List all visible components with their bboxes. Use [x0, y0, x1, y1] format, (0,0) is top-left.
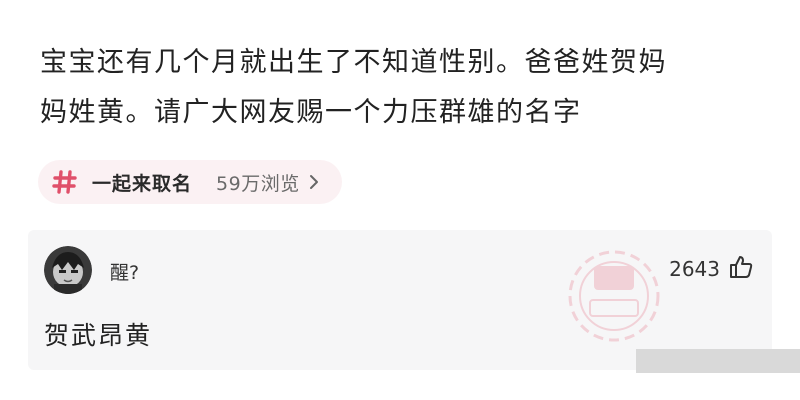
- watermark-stamp: [554, 236, 674, 356]
- corner-overlay: [636, 349, 800, 373]
- hash-icon: [50, 167, 80, 197]
- like-count: 2643: [669, 257, 720, 281]
- chevron-right-icon: [308, 173, 320, 191]
- avatar[interactable]: [44, 246, 92, 294]
- comment-username[interactable]: 醒?: [110, 258, 139, 285]
- topic-chip[interactable]: 一起来取名 59万浏览: [38, 160, 342, 204]
- thumbs-up-icon[interactable]: [728, 254, 754, 284]
- comment-text: 贺武昂黄: [44, 321, 153, 350]
- post-body: 宝宝还有几个月就出生了不知道性别。爸爸姓贺妈 妈姓黄。请广大网友赐一个力压群雄的…: [40, 38, 760, 138]
- like-area[interactable]: 2643: [669, 254, 754, 284]
- topic-name: 一起来取名: [92, 172, 193, 195]
- post-line-2: 妈姓黄。请广大网友赐一个力压群雄的名字: [40, 97, 582, 128]
- topic-views: 59万浏览: [216, 172, 300, 195]
- post-line-1: 宝宝还有几个月就出生了不知道性别。爸爸姓贺妈: [40, 47, 667, 78]
- page: 宝宝还有几个月就出生了不知道性别。爸爸姓贺妈 妈姓黄。请广大网友赐一个力压群雄的…: [0, 0, 800, 400]
